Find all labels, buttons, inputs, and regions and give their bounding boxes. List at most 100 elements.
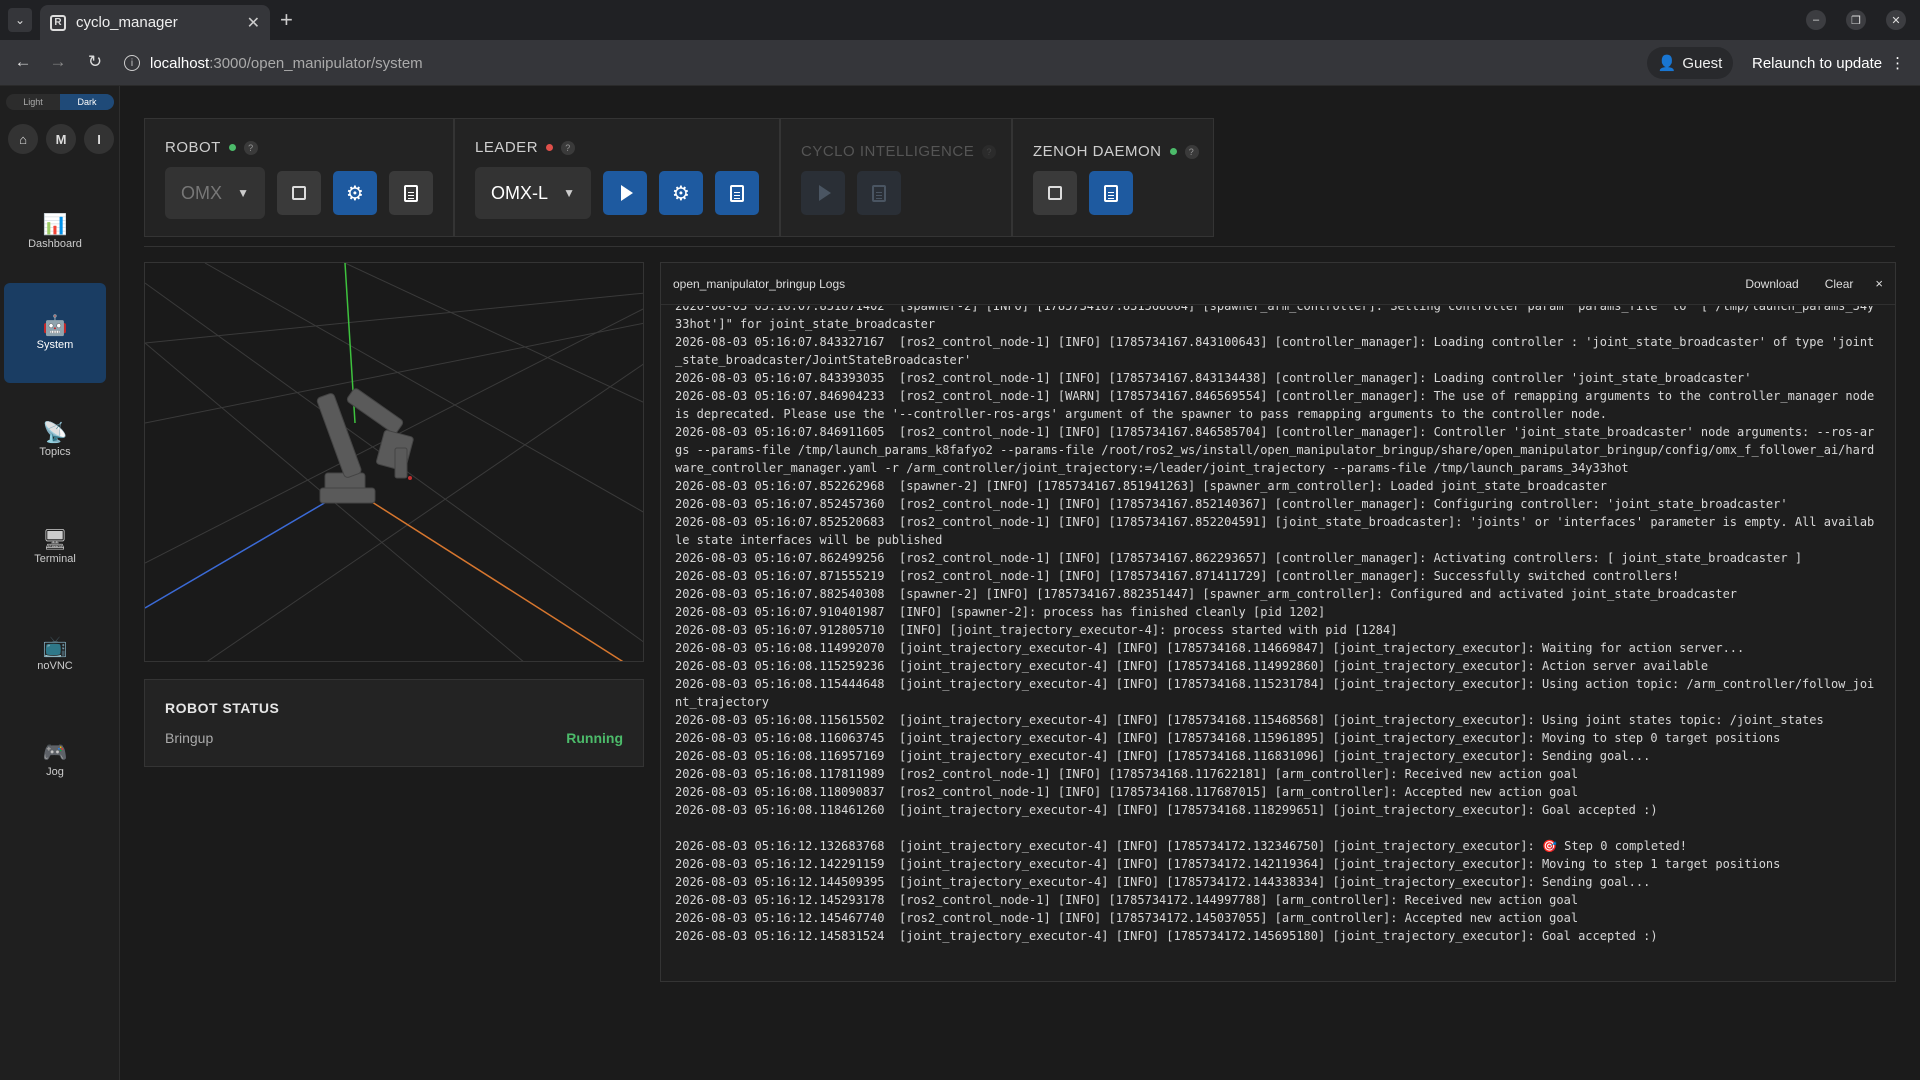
zenoh-stop-button[interactable] — [1033, 171, 1077, 215]
restore-icon[interactable]: ❐ — [1846, 10, 1866, 30]
leader-status-dot — [546, 144, 554, 151]
viewer-scene — [145, 263, 643, 661]
help-icon[interactable]: ? — [561, 140, 576, 155]
robot-3d-viewer[interactable] — [144, 262, 644, 662]
robot-settings-button[interactable]: ⚙ — [333, 171, 377, 215]
sidebar-item-label: Topics — [39, 446, 71, 458]
forward-icon[interactable]: → — [47, 52, 69, 72]
theme-toggle[interactable]: Light Dark — [6, 94, 114, 110]
i-button[interactable]: I — [84, 124, 114, 154]
sidebar-item-label: System — [36, 339, 74, 351]
browser-tab[interactable]: R cyclo_manager ✕ — [40, 5, 270, 40]
log-line: 2026-08-03 05:16:12.145467740 [ros2_cont… — [675, 911, 1579, 925]
antenna-icon: 📡 — [42, 422, 68, 444]
download-button[interactable]: Download — [1745, 277, 1798, 291]
log-line: 2026-08-03 05:16:12.144509395 [joint_tra… — [675, 875, 1651, 889]
stop-icon — [292, 186, 306, 200]
minimize-icon[interactable]: – — [1806, 10, 1826, 30]
zenoh-status-dot — [1169, 148, 1177, 155]
sidebar-item-dashboard[interactable]: 📊 Dashboard — [4, 182, 106, 282]
leader-play-button[interactable] — [603, 171, 647, 215]
logs-header: open_manipulator_bringup Logs Download C… — [661, 263, 1895, 305]
robot-status-title: ROBOT STATUS — [165, 700, 280, 716]
new-tab-icon[interactable]: + — [280, 8, 293, 32]
log-line: 2026-08-03 05:16:07.910401987 [INFO] [sp… — [675, 605, 1326, 619]
robot-logs-button[interactable] — [389, 171, 433, 215]
tab-close-icon[interactable]: ✕ — [247, 13, 260, 33]
reload-icon[interactable]: ↻ — [84, 52, 106, 72]
log-line: 2026-08-03 05:16:12.145831524 [joint_tra… — [675, 929, 1658, 943]
log-line: 2026-08-03 05:16:07.843327167 [ros2_cont… — [675, 335, 1875, 367]
tab-title: cyclo_manager — [76, 14, 178, 31]
zenoh-panel: ZENOH DAEMON ? — [1012, 118, 1214, 237]
favicon-icon: R — [50, 14, 66, 31]
bringup-status: Running — [566, 730, 623, 746]
robot-select[interactable]: OMX ▼ — [165, 167, 265, 219]
intelligence-logs-button — [857, 171, 901, 215]
help-icon[interactable]: ? — [243, 140, 258, 155]
dashboard-icon: 📊 — [42, 214, 68, 236]
sidebar-item-terminal[interactable]: 🖥 Terminal — [4, 497, 106, 597]
gamepad-icon: 🎮 — [42, 742, 68, 764]
stop-icon — [1048, 186, 1062, 200]
log-line: 2026-08-03 05:16:07.912805710 [INFO] [jo… — [675, 623, 1398, 637]
robot-panel: ROBOT ? OMX ▼ ⚙ — [144, 118, 454, 237]
log-line: 2026-08-03 05:16:12.132683768 [joint_tra… — [675, 839, 1687, 853]
clear-button[interactable]: Clear — [1825, 277, 1854, 291]
guest-label: Guest — [1682, 54, 1723, 72]
window-close-icon[interactable]: ✕ — [1886, 10, 1906, 30]
log-line: 2026-08-03 05:16:07.846904233 [ros2_cont… — [675, 389, 1882, 421]
url-path: :3000/open_manipulator/system — [209, 54, 423, 72]
home-icon[interactable]: ⌂ — [8, 124, 38, 154]
url-host: localhost — [150, 54, 210, 72]
log-line: 2026-08-03 05:16:07.846911605 [ros2_cont… — [675, 425, 1875, 475]
robot-status-card: ROBOT STATUS Bringup Running — [144, 679, 644, 767]
log-line: 2026-08-03 05:16:08.116063745 [joint_tra… — [675, 731, 1781, 745]
log-line: 2026-08-03 05:16:08.115444648 [joint_tra… — [675, 677, 1875, 709]
logs-title: open_manipulator_bringup Logs — [673, 276, 846, 291]
sidebar-item-novnc[interactable]: 📺 noVNC — [4, 604, 106, 704]
leader-panel: LEADER ? OMX-L ▼ ⚙ — [454, 118, 780, 237]
leader-select[interactable]: OMX-L ▼ — [475, 167, 591, 219]
browser-tab-bar: ⌄ R cyclo_manager ✕ + – ❐ ✕ — [0, 0, 1920, 40]
log-line: 2026-08-03 05:16:12.142291159 [joint_tra… — [675, 857, 1781, 871]
log-line: 2026-08-03 05:16:07.852520683 [ros2_cont… — [675, 515, 1875, 547]
help-icon[interactable]: ? — [1184, 144, 1199, 159]
url-field[interactable]: i localhost :3000/open_manipulator/syste… — [124, 48, 1634, 78]
bringup-label: Bringup — [165, 730, 214, 746]
guest-profile-button[interactable]: 👤 Guest — [1647, 47, 1733, 79]
m-button[interactable]: M — [46, 124, 76, 154]
sidebar-item-jog[interactable]: 🎮 Jog — [4, 710, 106, 810]
leader-settings-button[interactable]: ⚙ — [659, 171, 703, 215]
sidebar-item-topics[interactable]: 📡 Topics — [4, 390, 106, 490]
intelligence-play-button — [801, 171, 845, 215]
logs-content[interactable]: 2026-08-03 05:16:07.831871402 [spawner-2… — [661, 306, 1895, 982]
log-line: 2026-08-03 05:16:07.862499256 [ros2_cont… — [675, 551, 1803, 565]
theme-light-option[interactable]: Light — [6, 94, 60, 110]
more-menu-icon[interactable]: ⋮ — [1890, 54, 1905, 72]
sidebar-item-label: Jog — [46, 766, 64, 778]
back-icon[interactable]: ← — [12, 52, 34, 72]
theme-dark-option[interactable]: Dark — [60, 94, 114, 110]
zenoh-logs-button[interactable] — [1089, 171, 1133, 215]
gear-icon: ⚙ — [672, 182, 690, 205]
sidebar-item-label: Dashboard — [28, 238, 82, 250]
address-bar: ← → ↻ i localhost :3000/open_manipulator… — [0, 40, 1920, 86]
relaunch-button[interactable]: Relaunch to update ⋮ — [1740, 47, 1910, 79]
chevron-down-icon: ▼ — [237, 186, 249, 200]
leader-logs-button[interactable] — [715, 171, 759, 215]
close-icon[interactable]: × — [1875, 276, 1883, 291]
tab-search-icon[interactable]: ⌄ — [8, 8, 32, 32]
robot-stop-button[interactable] — [277, 171, 321, 215]
intelligence-panel-title: CYCLO INTELLIGENCE ? — [801, 143, 997, 160]
monitor-icon: 📺 — [42, 636, 68, 658]
intelligence-panel: CYCLO INTELLIGENCE ? — [780, 118, 1012, 237]
site-info-icon[interactable]: i — [124, 55, 140, 71]
terminal-icon: 🖥 — [42, 529, 68, 551]
logs-panel: open_manipulator_bringup Logs Download C… — [660, 262, 1896, 982]
play-icon — [620, 185, 633, 201]
log-line: 2026-08-03 05:16:07.852457360 [ros2_cont… — [675, 497, 1788, 511]
sidebar-item-system[interactable]: 🤖 System — [4, 283, 106, 383]
help-icon: ? — [982, 144, 997, 159]
